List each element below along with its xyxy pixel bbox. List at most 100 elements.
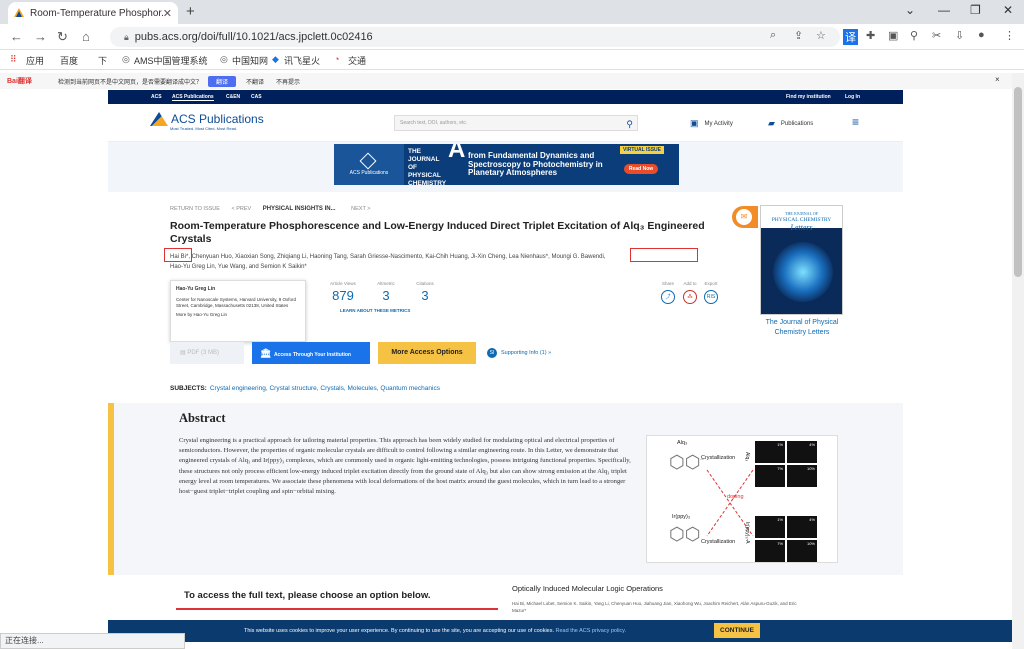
tab-close-icon[interactable]: ✕ (163, 7, 172, 20)
find-institution-link[interactable]: Find my institution (786, 94, 831, 100)
pdf-button[interactable]: ▤ PDF (3 MB) (170, 342, 244, 364)
supporting-info-link[interactable]: SI Supporting Info (1) » (487, 348, 551, 358)
scrollbar-thumb[interactable] (1014, 87, 1022, 277)
abstract-heading: Abstract (179, 411, 226, 425)
reload-icon[interactable]: ↻ (57, 29, 68, 45)
new-tab-icon[interactable]: + (186, 3, 195, 20)
my-activity-link[interactable]: ▣ My Activity (690, 118, 733, 129)
share-control[interactable]: Share ⤴ (658, 281, 678, 304)
journal-link[interactable]: The Journal of Physical Chemistry Letter… (757, 318, 847, 338)
cookie-text: This website uses cookies to improve you… (244, 628, 554, 634)
banner-logo-panel: ACS Publications (334, 144, 404, 185)
next-link[interactable]: NEXT > (351, 206, 370, 212)
browser-tab[interactable]: Room-Temperature Phosphor... ✕ (8, 2, 178, 24)
popup-more-link[interactable]: More by Hao-Yu Greg Lin (176, 312, 300, 318)
download-icon[interactable]: ⇩ (955, 29, 964, 42)
search-ext-icon[interactable]: ⚲ (910, 29, 918, 42)
acs-logo[interactable]: ACS Publications Most Trusted. Most Cite… (150, 112, 264, 131)
institution-access-button[interactable]: 🏛︎ Access Through Your Institution (252, 342, 370, 364)
mail-icon: ✉ (736, 209, 752, 225)
bookmark-item[interactable]: AMS中国管理系统 (134, 54, 208, 67)
related-title[interactable]: Optically Induced Molecular Logic Operat… (512, 584, 663, 593)
scrollbar[interactable] (1012, 73, 1024, 649)
citations-value: 3 (421, 288, 429, 303)
bookmark-item[interactable]: 交通 (348, 54, 366, 67)
journal-cover[interactable]: THE JOURNAL OF PHYSICAL CHEMISTRY Letter… (760, 205, 843, 315)
email-alert-button[interactable]: ✉ (732, 206, 758, 228)
back-icon[interactable]: ← (10, 29, 23, 44)
restore-icon[interactable]: ❐ (970, 3, 981, 17)
bookmark-star-icon[interactable]: ☆ (816, 29, 826, 42)
chevron-down-icon[interactable]: ⌄ (905, 3, 915, 17)
login-link[interactable]: Log In (845, 94, 860, 100)
no-prompt-button[interactable]: 不再提示 (276, 77, 300, 86)
no-translate-button[interactable]: 不翻译 (246, 77, 264, 86)
search-input[interactable]: Search text, DOI, authors, etc. ⚲ (394, 115, 638, 131)
acs-diamond-icon (359, 152, 377, 170)
export-control[interactable]: Export RIS (701, 281, 721, 304)
export-ris-icon[interactable]: RIS (704, 290, 718, 304)
hamburger-menu-icon[interactable]: ≡ (852, 115, 859, 129)
scissors-icon[interactable]: ✂ (932, 29, 941, 42)
toc-side-2: Ir(ppy)₃-A (744, 522, 750, 544)
my-activity-label: My Activity (704, 120, 733, 127)
privacy-policy-link[interactable]: Read the ACS privacy policy. (556, 628, 627, 634)
profile-avatar-icon[interactable]: ● (978, 29, 985, 41)
toc-micrograph: 4% (787, 516, 817, 538)
toc-pct: 7% (777, 541, 783, 546)
toc-alq3-label: Alq₃ (677, 440, 688, 446)
minimize-icon[interactable]: — (938, 3, 950, 17)
article-views-metric: Article Views 879 (324, 281, 362, 303)
read-now-button[interactable]: Read Now (624, 164, 659, 174)
activity-icon: ▣ (690, 118, 699, 128)
search-icon[interactable]: ⚲ (626, 117, 633, 131)
toc-micrograph: 7% (755, 465, 785, 487)
more-access-button[interactable]: More Access Options (378, 342, 476, 364)
window-close-icon[interactable]: ✕ (1003, 3, 1013, 17)
translate-button[interactable]: 翻译 (208, 76, 237, 87)
sidepanel-icon[interactable]: ▣ (888, 29, 898, 42)
zoom-icon[interactable]: ⌕ (770, 29, 776, 42)
related-authors: Hai Bi, Michael Lobet, Semion K. Saikin,… (512, 601, 797, 613)
home-icon[interactable]: ⌂ (82, 29, 90, 44)
add-to-label: Add to (683, 281, 697, 286)
bookmark-item[interactable]: 下 (98, 54, 107, 67)
bookmark-item[interactable]: 百度 (60, 54, 78, 67)
browser-status-bar: 正在连接... (0, 633, 185, 649)
toc-graphic[interactable]: Alq₃ ⬡⬡ → Crystallization Ir(ppy)₃ ⬡⬡ Cr… (646, 435, 838, 563)
acs-favicon-icon (14, 8, 24, 17)
browser-tab-strip: Room-Temperature Phosphor... ✕ + ⌄ — ❐ ✕ (0, 0, 1024, 24)
bookmark-item[interactable]: 应用 (26, 54, 44, 67)
bookmark-item[interactable]: 讯飞星火 (284, 54, 320, 67)
apps-grid-icon[interactable]: ⠿ (10, 54, 17, 65)
close-translate-icon[interactable]: × (995, 75, 1000, 84)
forward-icon[interactable]: → (34, 29, 47, 44)
add-to-control[interactable]: Add to ⁂ (680, 281, 700, 304)
molecule-icon: ⬡⬡ (669, 524, 701, 544)
cookie-continue-button[interactable]: CONTINUE (714, 623, 760, 638)
popup-affiliation: Center for Nanoscale Systems, Harvard Un… (176, 297, 296, 308)
cas-link[interactable]: CAS (251, 94, 262, 100)
share-icon[interactable]: ⤴ (661, 290, 675, 304)
extensions-icon[interactable]: ✚ (866, 29, 875, 42)
acs-link[interactable]: ACS (151, 94, 162, 100)
subjects-links[interactable]: Crystal engineering, Crystal structure, … (210, 385, 440, 392)
virtual-issue-banner[interactable]: ACS Publications THE JOURNAL OF PHYSICAL… (334, 144, 679, 185)
bookmark-item[interactable]: 中国知网 (232, 54, 268, 67)
authors-line-2[interactable]: Hao-Yu Greg Lin, Yue Wang, and Semion K … (170, 262, 730, 272)
acs-pubs-link[interactable]: ACS Publications (172, 94, 214, 101)
share-page-icon[interactable]: ⇪ (794, 29, 803, 42)
add-to-icon[interactable]: ⁂ (683, 290, 697, 304)
translate-ext-icon[interactable]: 译 (843, 29, 858, 45)
cover-title-sub: Letters (790, 223, 813, 232)
prev-link[interactable]: < PREV (231, 206, 251, 212)
return-to-issue-link[interactable]: RETURN TO ISSUE (170, 206, 220, 212)
highlight-box (630, 248, 698, 262)
cen-link[interactable]: C&EN (226, 94, 240, 100)
publications-link[interactable]: ▰ Publications (768, 118, 813, 129)
browser-menu-icon[interactable]: ⋮ (1004, 29, 1015, 42)
learn-metrics-link[interactable]: LEARN ABOUT THESE METRICS (340, 308, 410, 313)
url-bar[interactable]: 🔒︎ pubs.acs.org/doi/full/10.1021/acs.jpcl… (110, 27, 840, 47)
acs-top-bar: ACS ACS Publications C&EN CAS Find my in… (108, 90, 903, 104)
globe-icon: ◎ (122, 54, 130, 64)
